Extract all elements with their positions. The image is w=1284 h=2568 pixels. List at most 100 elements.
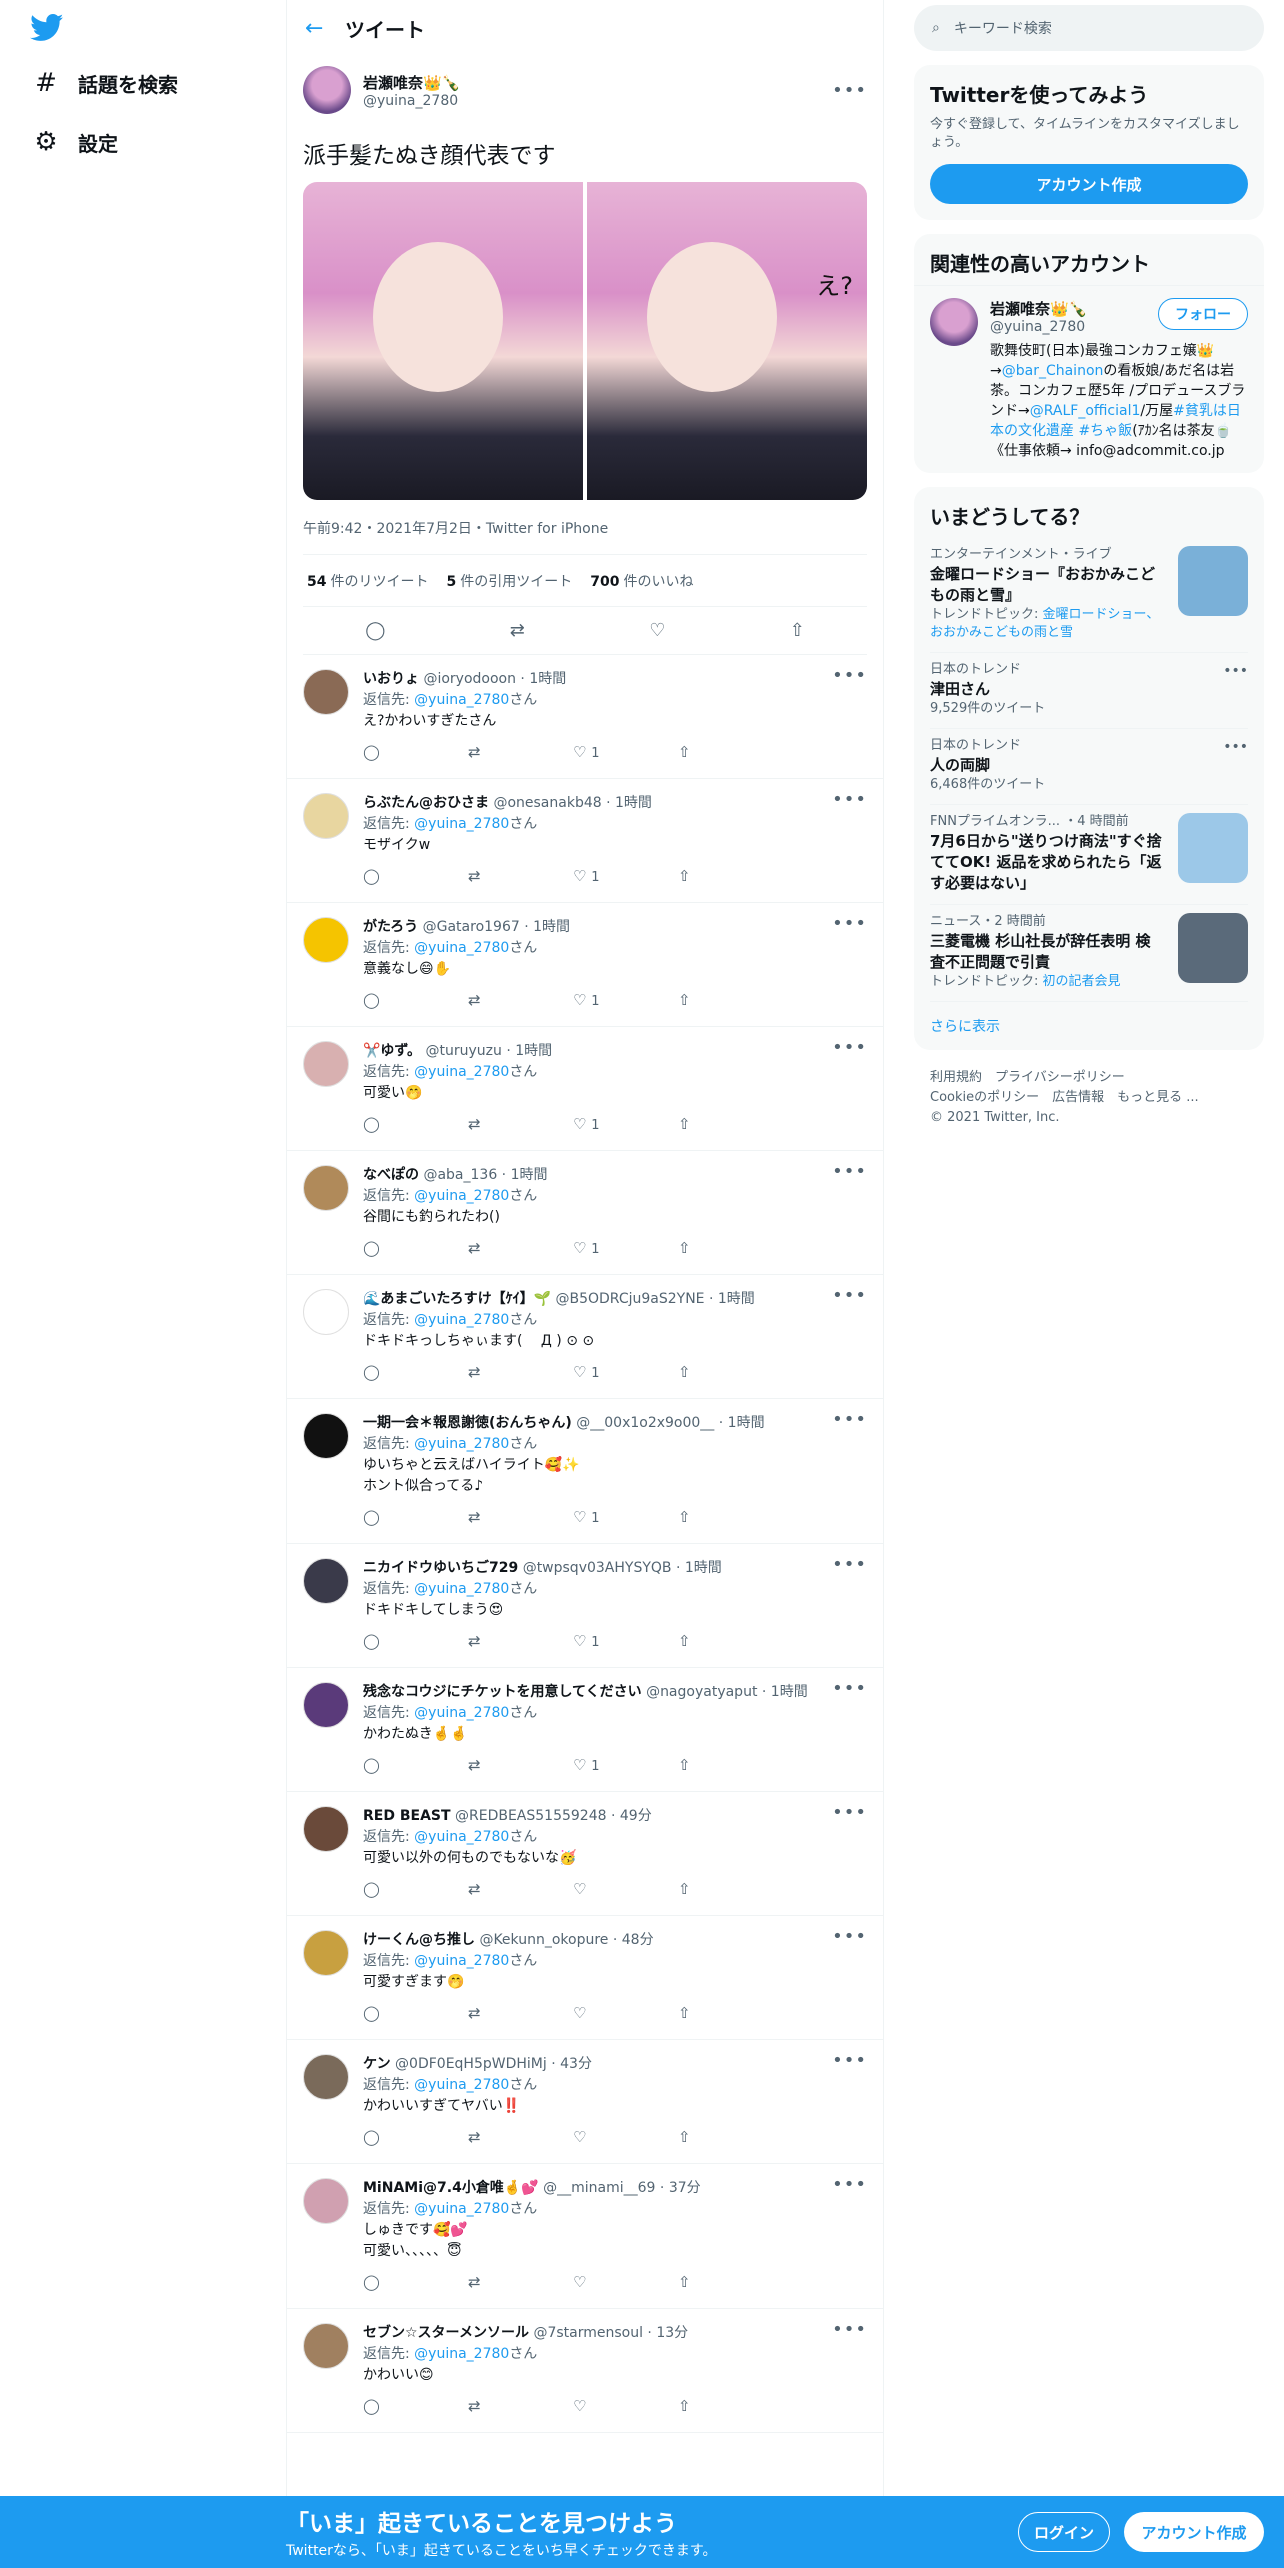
reply-icon[interactable]: ◯ bbox=[363, 743, 468, 761]
reply-time[interactable]: 1時間 bbox=[685, 1560, 722, 1576]
share-icon[interactable]: ⇧ bbox=[678, 1115, 783, 1133]
retweet-icon[interactable]: ⇄ bbox=[468, 2004, 573, 2022]
login-button[interactable]: ログイン bbox=[1018, 2512, 1110, 2552]
retweet-icon[interactable]: ⇄ bbox=[468, 867, 573, 885]
reply-icon[interactable]: ◯ bbox=[363, 867, 468, 885]
tweet-photo-2[interactable]: え? bbox=[587, 182, 867, 500]
search-input[interactable]: キーワード検索 bbox=[954, 18, 1052, 38]
reply-to-link[interactable]: @yuina_2780 bbox=[414, 1705, 509, 1721]
reply-tweet[interactable]: ••• ✂️ゆず。 @turuyuzu · 1時間 返信先: @yuina_2780… bbox=[287, 1027, 883, 1151]
reply-author-handle[interactable]: @ioryodooon bbox=[423, 671, 516, 687]
reply-time[interactable]: 1時間 bbox=[529, 671, 566, 687]
reply-icon[interactable]: ◯ bbox=[363, 1508, 468, 1526]
reply-author-name[interactable]: RED BEAST bbox=[363, 1808, 451, 1824]
avatar[interactable] bbox=[303, 917, 349, 963]
reply-icon[interactable]: ◯ bbox=[363, 2128, 468, 2146]
reply-time[interactable]: 49分 bbox=[620, 1808, 652, 1824]
more-icon[interactable]: ••• bbox=[832, 1926, 867, 1947]
more-icon[interactable]: ••• bbox=[832, 80, 867, 101]
like-button[interactable]: ♡ bbox=[573, 2397, 678, 2415]
trend-title[interactable]: 7月6日から"送りつけ商法"すぐ捨ててOK! 返品を求められたら「返す必要はない… bbox=[930, 831, 1164, 894]
reply-icon[interactable]: ◯ bbox=[365, 620, 385, 641]
like-icon[interactable]: ♡ bbox=[649, 620, 665, 641]
avatar[interactable] bbox=[303, 1930, 349, 1976]
like-button[interactable]: ♡ bbox=[573, 2128, 678, 2146]
trend-title[interactable]: 金曜ロードショー『おおかみこどもの雨と雪』 bbox=[930, 564, 1164, 606]
retweet-icon[interactable]: ⇄ bbox=[468, 1239, 573, 1257]
reply-tweet[interactable]: ••• なべぽの @aba_136 · 1時間 返信先: @yuina_2780さん… bbox=[287, 1151, 883, 1275]
trend-item[interactable]: ニュース・2 時間前 三菱電機 杉山社長が辞任表明 検査不正問題で引責 トレンドトピ… bbox=[930, 905, 1248, 1002]
trend-item[interactable]: 日本のトレンド 人の両脚 6,468件のツイート ••• bbox=[930, 729, 1248, 805]
share-icon[interactable]: ⇧ bbox=[678, 1363, 783, 1381]
reply-time[interactable]: 48分 bbox=[622, 1932, 654, 1948]
reply-time[interactable]: 1時間 bbox=[718, 1291, 755, 1307]
author-handle[interactable]: @yuina_2780 bbox=[363, 93, 460, 109]
reply-author-name[interactable]: 残念なコウジにチケットを用意してください bbox=[363, 1684, 642, 1700]
avatar[interactable] bbox=[303, 1289, 349, 1335]
retweet-icon[interactable]: ⇄ bbox=[510, 620, 525, 641]
follow-button[interactable]: フォロー bbox=[1158, 298, 1248, 330]
retweet-icon[interactable]: ⇄ bbox=[468, 1632, 573, 1650]
reply-icon[interactable]: ◯ bbox=[363, 991, 468, 1009]
more-icon[interactable]: ••• bbox=[832, 1161, 867, 1182]
reply-author-handle[interactable]: @Gataro1967 bbox=[423, 919, 520, 935]
reply-author-name[interactable]: がたろう bbox=[363, 919, 418, 935]
more-icon[interactable]: ••• bbox=[832, 2319, 867, 2340]
like-button[interactable]: ♡ 1 bbox=[573, 1632, 678, 1650]
reply-icon[interactable]: ◯ bbox=[363, 2397, 468, 2415]
reply-author-name[interactable]: なべぽの bbox=[363, 1167, 419, 1183]
reply-to-link[interactable]: @yuina_2780 bbox=[414, 692, 509, 708]
like-button[interactable]: ♡ bbox=[573, 2004, 678, 2022]
reply-author-handle[interactable]: @nagoyatyaput bbox=[646, 1684, 757, 1700]
like-button[interactable]: ♡ 1 bbox=[573, 1239, 678, 1257]
reply-tweet[interactable]: ••• 残念なコウジにチケットを用意してください @nagoyatyaput · … bbox=[287, 1668, 883, 1792]
reply-time[interactable]: 43分 bbox=[560, 2056, 592, 2072]
retweet-icon[interactable]: ⇄ bbox=[468, 1880, 573, 1898]
reply-tweet[interactable]: ••• セブン☆スターメンソール @7starmensoul · 13分 返信先: … bbox=[287, 2309, 883, 2433]
author-name[interactable]: 岩瀬唯奈👑🍾 bbox=[363, 72, 460, 93]
reply-icon[interactable]: ◯ bbox=[363, 1632, 468, 1650]
footer-links[interactable]: Cookieのポリシー 広告情報 もっと見る ... bbox=[930, 1088, 1248, 1108]
nav-explore[interactable]: # 話題を検索 bbox=[32, 63, 178, 103]
more-icon[interactable]: ••• bbox=[1223, 663, 1248, 679]
share-icon[interactable]: ⇧ bbox=[678, 1508, 783, 1526]
share-icon[interactable]: ⇧ bbox=[678, 1756, 783, 1774]
reply-time[interactable]: 37分 bbox=[669, 2180, 701, 2196]
reply-time[interactable]: 1時間 bbox=[615, 795, 652, 811]
reply-author-handle[interactable]: @REDBEAS51559248 bbox=[455, 1808, 607, 1824]
search-box[interactable]: ⌕ キーワード検索 bbox=[914, 5, 1264, 51]
share-icon[interactable]: ⇧ bbox=[678, 743, 783, 761]
more-icon[interactable]: ••• bbox=[832, 1285, 867, 1306]
reply-to-link[interactable]: @yuina_2780 bbox=[414, 2346, 509, 2362]
reply-to-link[interactable]: @yuina_2780 bbox=[414, 1188, 509, 1204]
retweet-icon[interactable]: ⇄ bbox=[468, 1508, 573, 1526]
show-more-link[interactable]: さらに表示 bbox=[930, 1002, 1248, 1050]
reply-tweet[interactable]: ••• 一期一会＊報恩謝徳(おんちゃん) @__00x1o2x9o00__ · 1… bbox=[287, 1399, 883, 1544]
trend-item[interactable]: FNNプライムオンラ... ・4 時間前 7月6日から"送りつけ商法"すぐ捨ててO… bbox=[930, 805, 1248, 905]
reply-tweet[interactable]: ••• MiNAMi@7.4小倉唯🤞💕 @__minami__69 · 37分 返信… bbox=[287, 2164, 883, 2309]
avatar[interactable] bbox=[930, 298, 978, 346]
reply-time[interactable]: 1時間 bbox=[533, 919, 570, 935]
like-button[interactable]: ♡ 1 bbox=[573, 743, 678, 761]
reply-icon[interactable]: ◯ bbox=[363, 1363, 468, 1381]
avatar[interactable] bbox=[303, 1165, 349, 1211]
bio-link[interactable]: @RALF_official1 bbox=[1030, 403, 1141, 419]
reply-to-link[interactable]: @yuina_2780 bbox=[414, 1829, 509, 1845]
reply-to-link[interactable]: @yuina_2780 bbox=[414, 2077, 509, 2093]
more-icon[interactable]: ••• bbox=[832, 1678, 867, 1699]
more-icon[interactable]: ••• bbox=[1223, 739, 1248, 755]
reply-author-handle[interactable]: @B5ODRCju9aS2YNE bbox=[555, 1291, 704, 1307]
like-button[interactable]: ♡ 1 bbox=[573, 1115, 678, 1133]
share-icon[interactable]: ⇧ bbox=[678, 1632, 783, 1650]
reply-author-handle[interactable]: @__minami__69 bbox=[543, 2180, 655, 2196]
reply-icon[interactable]: ◯ bbox=[363, 2273, 468, 2291]
reply-time[interactable]: 13分 bbox=[656, 2325, 688, 2341]
trend-title[interactable]: 三菱電機 杉山社長が辞任表明 検査不正問題で引責 bbox=[930, 931, 1164, 973]
avatar[interactable] bbox=[303, 2178, 349, 2224]
reply-author-handle[interactable]: @aba_136 bbox=[423, 1167, 497, 1183]
tweet-photo-1[interactable] bbox=[303, 182, 583, 500]
avatar[interactable] bbox=[303, 2054, 349, 2100]
reply-to-link[interactable]: @yuina_2780 bbox=[414, 2201, 509, 2217]
reply-icon[interactable]: ◯ bbox=[363, 1756, 468, 1774]
reply-tweet[interactable]: ••• いおりょ @ioryodooon · 1時間 返信先: @yuina_278… bbox=[287, 655, 883, 779]
